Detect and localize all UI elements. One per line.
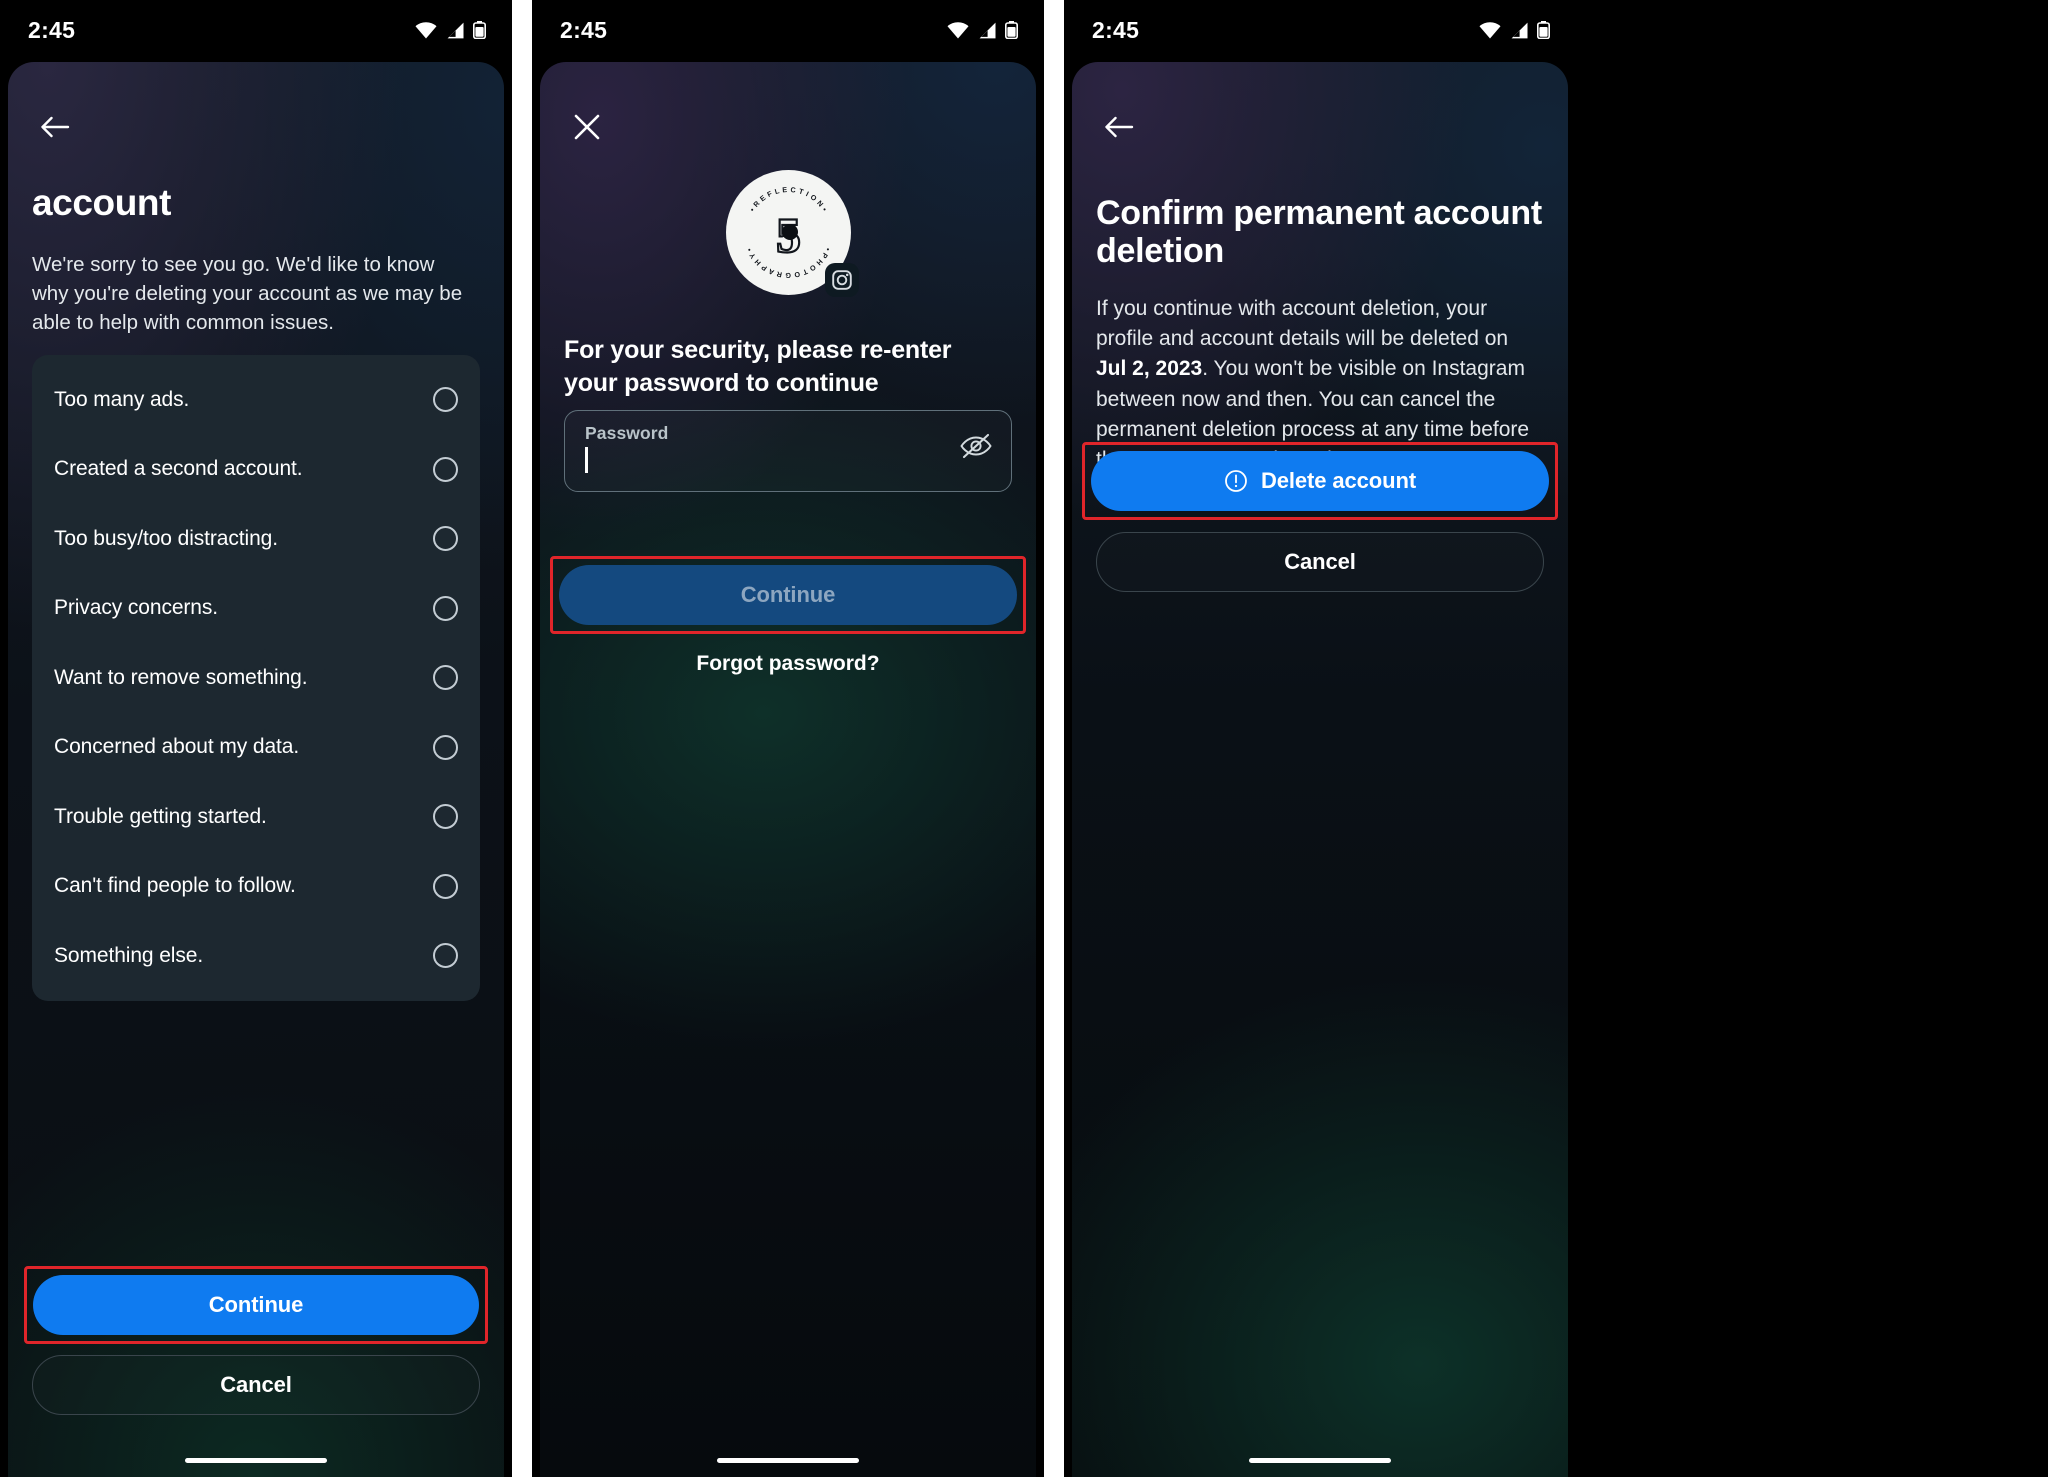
cancel-wrapper: Cancel <box>24 1355 488 1415</box>
cancel-wrapper: Cancel <box>1082 532 1558 592</box>
radio-button[interactable] <box>433 526 458 552</box>
continue-highlight-box: Continue <box>550 556 1026 634</box>
arrow-left-icon <box>41 116 70 138</box>
list-item[interactable]: Want to remove something. <box>32 643 480 713</box>
panel2-continue-wrapper: Continue <box>550 556 1026 634</box>
delete-account-label: Delete account <box>1260 468 1417 493</box>
radio-button[interactable] <box>433 387 458 413</box>
panel-password-confirm: 2:45 • R E F L E C T I O N • • P H O T O… <box>532 0 1044 1477</box>
panel3-content: Confirm permanent account deletion If yo… <box>1072 62 1568 1477</box>
reason-label: Privacy concerns. <box>54 596 219 620</box>
battery-icon <box>473 21 486 39</box>
status-time: 2:45 <box>560 16 608 43</box>
reason-label: Can't find people to follow. <box>54 874 296 898</box>
app-card: account We're sorry to see you go. We'd … <box>8 62 504 1477</box>
avatar-wrapper: • R E F L E C T I O N • • P H O T O G R … <box>540 170 1036 297</box>
panel2-content: • R E F L E C T I O N • • P H O T O G R … <box>540 62 1036 1477</box>
reason-label: Trouble getting started. <box>54 804 267 828</box>
panel-confirm-deletion: 2:45 Confirm permanent account deletion <box>1064 0 1576 1477</box>
panel3-actions: Delete account Cancel <box>1082 442 1558 592</box>
password-left: Password <box>585 423 668 473</box>
info-circle-icon <box>1224 469 1248 493</box>
status-icons <box>415 21 486 39</box>
list-item[interactable]: Something else. <box>32 921 480 991</box>
battery-icon <box>1537 21 1550 39</box>
list-item[interactable]: Too many ads. <box>32 365 480 435</box>
reason-label: Want to remove something. <box>54 665 308 689</box>
panel1-description: We're sorry to see you go. We'd like to … <box>32 253 463 335</box>
list-item[interactable]: Trouble getting started. <box>32 782 480 852</box>
password-field[interactable]: Password <box>564 410 1012 492</box>
instagram-icon <box>831 270 852 290</box>
close-button[interactable] <box>564 104 610 150</box>
cellular-signal-icon <box>1509 22 1529 39</box>
list-item[interactable]: Too busy/too distracting. <box>32 504 480 574</box>
cellular-signal-icon <box>977 22 997 39</box>
home-indicator <box>185 1458 327 1463</box>
continue-highlight-box: Continue <box>24 1266 488 1344</box>
forgot-password-link[interactable]: Forgot password? <box>540 652 1036 676</box>
back-button[interactable] <box>32 104 78 150</box>
cancel-button[interactable]: Cancel <box>32 1355 480 1415</box>
page-title: Confirm permanent account deletion <box>1096 194 1542 271</box>
avatar: • R E F L E C T I O N • • P H O T O G R … <box>725 170 859 297</box>
page-title: account <box>32 182 172 223</box>
panel-divider <box>512 0 532 1477</box>
wifi-icon <box>415 21 437 39</box>
wifi-icon <box>947 21 969 39</box>
reason-label: Concerned about my data. <box>54 735 300 759</box>
app-card: Confirm permanent account deletion If yo… <box>1072 62 1568 1477</box>
panel-delete-reasons: 2:45 account We're sorry to see you go. … <box>0 0 512 1477</box>
radio-button[interactable] <box>433 595 458 621</box>
back-button[interactable] <box>1096 104 1142 150</box>
app-card: • R E F L E C T I O N • • P H O T O G R … <box>540 62 1036 1477</box>
radio-button[interactable] <box>433 456 458 482</box>
reasons-list: Too many ads. Created a second account. … <box>32 355 480 1001</box>
panel1-footer: Continue Cancel <box>24 1266 488 1415</box>
panel1-content: account We're sorry to see you go. We'd … <box>8 62 504 1477</box>
eye-off-icon <box>960 433 992 459</box>
reason-label: Something else. <box>54 943 204 967</box>
three-panel-screenshot: 2:45 account We're sorry to see you go. … <box>0 0 2048 1477</box>
radio-button[interactable] <box>433 734 458 760</box>
home-indicator <box>717 1458 859 1463</box>
continue-button[interactable]: Continue <box>33 1275 479 1335</box>
wifi-icon <box>1479 21 1501 39</box>
radio-button[interactable] <box>433 943 458 969</box>
arrow-left-icon <box>1105 116 1134 138</box>
status-time: 2:45 <box>28 16 76 43</box>
reason-label: Too busy/too distracting. <box>54 526 278 550</box>
status-icons <box>1479 21 1550 39</box>
body-part1: If you continue with account deletion, y… <box>1096 297 1509 351</box>
list-item[interactable]: Concerned about my data. <box>32 713 480 783</box>
cancel-button[interactable]: Cancel <box>1096 532 1544 592</box>
delete-highlight-box: Delete account <box>1082 442 1558 520</box>
status-bar: 2:45 <box>1064 0 1576 60</box>
delete-account-button[interactable]: Delete account <box>1091 451 1549 511</box>
status-bar: 2:45 <box>532 0 1044 60</box>
deletion-date: Jul 2, 2023 <box>1096 357 1203 381</box>
instagram-badge <box>824 263 859 297</box>
status-time: 2:45 <box>1092 16 1140 43</box>
reason-label: Created a second account. <box>54 457 303 481</box>
radio-button[interactable] <box>433 873 458 899</box>
list-item[interactable]: Can't find people to follow. <box>32 852 480 922</box>
cellular-signal-icon <box>445 22 465 39</box>
list-item[interactable]: Privacy concerns. <box>32 574 480 644</box>
status-bar: 2:45 <box>0 0 512 60</box>
close-icon <box>574 114 600 140</box>
list-item[interactable]: Created a second account. <box>32 435 480 505</box>
toggle-password-visibility-button[interactable] <box>959 433 993 459</box>
reason-label: Too many ads. <box>54 387 190 411</box>
password-label: Password <box>585 423 669 443</box>
text-caret <box>585 447 588 473</box>
panel-divider <box>1044 0 1064 1477</box>
battery-icon <box>1005 21 1018 39</box>
status-icons <box>947 21 1018 39</box>
continue-button[interactable]: Continue <box>559 565 1017 625</box>
panel2-title: For your security, please re-enter your … <box>564 336 952 397</box>
home-indicator <box>1249 1458 1391 1463</box>
radio-button[interactable] <box>433 804 458 830</box>
radio-button[interactable] <box>433 665 458 691</box>
